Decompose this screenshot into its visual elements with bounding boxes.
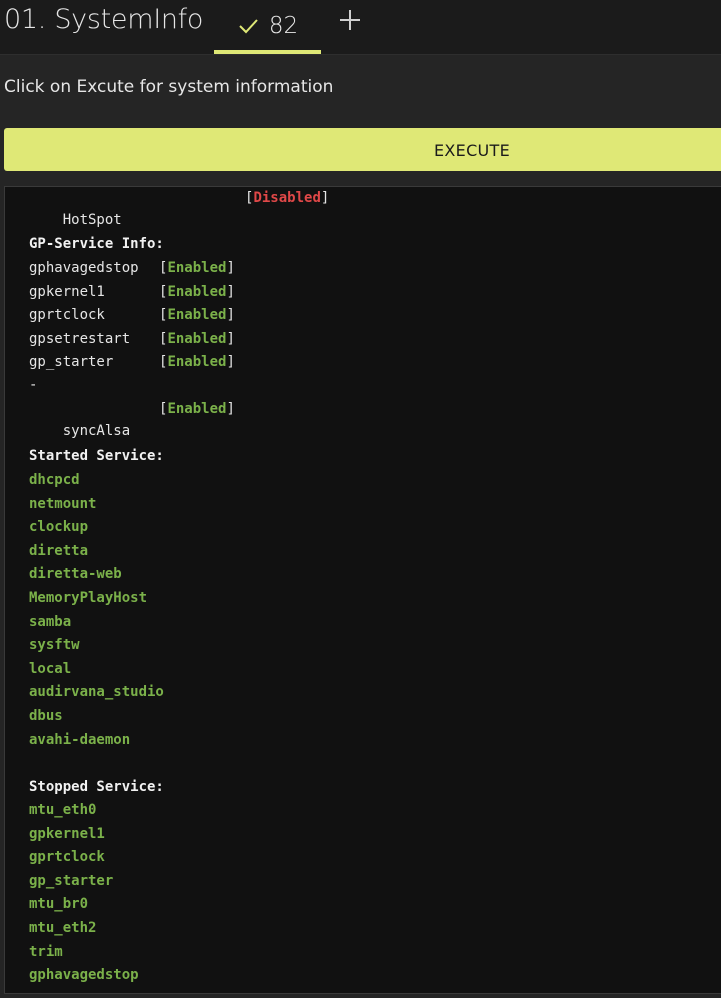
- service-name: gprtclock: [29, 307, 105, 324]
- service-status: Enabled: [167, 307, 227, 324]
- started-service-item: diretta-web: [29, 566, 122, 583]
- started-service-item: clockup: [29, 519, 89, 536]
- service-status: Enabled: [167, 354, 227, 371]
- hotspot-row: HotSpot [Disabled]: [62, 190, 330, 228]
- plus-icon: [336, 6, 364, 34]
- gp-service-row: syncAlsa [Enabled]: [62, 401, 235, 439]
- service-name: syncAlsa: [62, 423, 131, 439]
- instructions-text: Click on Excute for system information: [4, 77, 334, 97]
- check-icon: [237, 15, 259, 37]
- hotspot-label: HotSpot: [62, 212, 122, 228]
- service-name: gpsetrestart: [29, 330, 131, 347]
- gp-service-row: gphavagedstop [Enabled]: [29, 260, 235, 276]
- service-status: Enabled: [167, 283, 227, 300]
- stopped-service-item: gphavagedstop: [29, 967, 139, 984]
- gp-service-row: gprtclock [Enabled]: [29, 307, 235, 324]
- stopped-service-item: gprtclock: [29, 849, 105, 866]
- service-name: gpkernel1: [29, 283, 105, 300]
- execute-button[interactable]: EXECUTE: [4, 128, 721, 171]
- started-service-item: dhcpcd: [29, 472, 80, 488]
- started-service-item: MemoryPlayHost: [29, 590, 148, 606]
- stopped-service-item: trim: [29, 943, 63, 960]
- stopped-service-item: gpkernel1: [29, 825, 105, 842]
- tab-active-indicator: [214, 50, 321, 54]
- started-service-item: local: [29, 660, 72, 677]
- gp-service-row: gpsetrestart [Enabled]: [29, 330, 235, 347]
- started-service-item: avahi-daemon: [29, 731, 131, 748]
- stopped-service-item: gp_starter: [29, 872, 114, 889]
- started-service-item: dbus: [29, 708, 63, 724]
- stopped-service-heading: Stopped Service:: [29, 779, 164, 795]
- add-tab-button[interactable]: [336, 6, 364, 34]
- stopped-service-item: mtu_eth0: [29, 802, 97, 818]
- service-name: gp_starter: [29, 354, 114, 371]
- service-status: Enabled: [167, 330, 227, 347]
- started-service-item: netmount: [29, 495, 97, 512]
- service-status: Enabled: [167, 260, 227, 276]
- tab-results[interactable]: 82: [214, 0, 321, 52]
- service-status: Enabled: [167, 401, 227, 417]
- hotspot-status: Disabled: [253, 190, 321, 206]
- started-service-item: audirvana_studio: [29, 684, 164, 701]
- separator-line: -: [29, 377, 38, 393]
- gp-service-row: gpkernel1 [Enabled]: [29, 283, 235, 300]
- started-service-item: samba: [29, 613, 72, 630]
- tab-label: 82: [268, 13, 299, 39]
- app-title: 01. SystemInfo: [4, 4, 204, 35]
- output-console[interactable]: HotSpot [Disabled] GP-Service Info: - sy…: [4, 186, 721, 994]
- stopped-service-item: mtu_eth2: [29, 920, 97, 936]
- service-name: gphavagedstop: [29, 260, 139, 276]
- started-service-item: sysftw: [29, 637, 80, 654]
- stopped-service-item: mtu_br0: [29, 896, 89, 913]
- title-bar: 01. SystemInfo 82: [0, 0, 721, 55]
- gp-service-row: gp_starter [Enabled]: [29, 354, 235, 371]
- started-service-item: diretta: [29, 542, 89, 559]
- gp-service-heading: GP-Service Info:: [29, 236, 164, 252]
- started-service-heading: Started Service:: [29, 448, 164, 464]
